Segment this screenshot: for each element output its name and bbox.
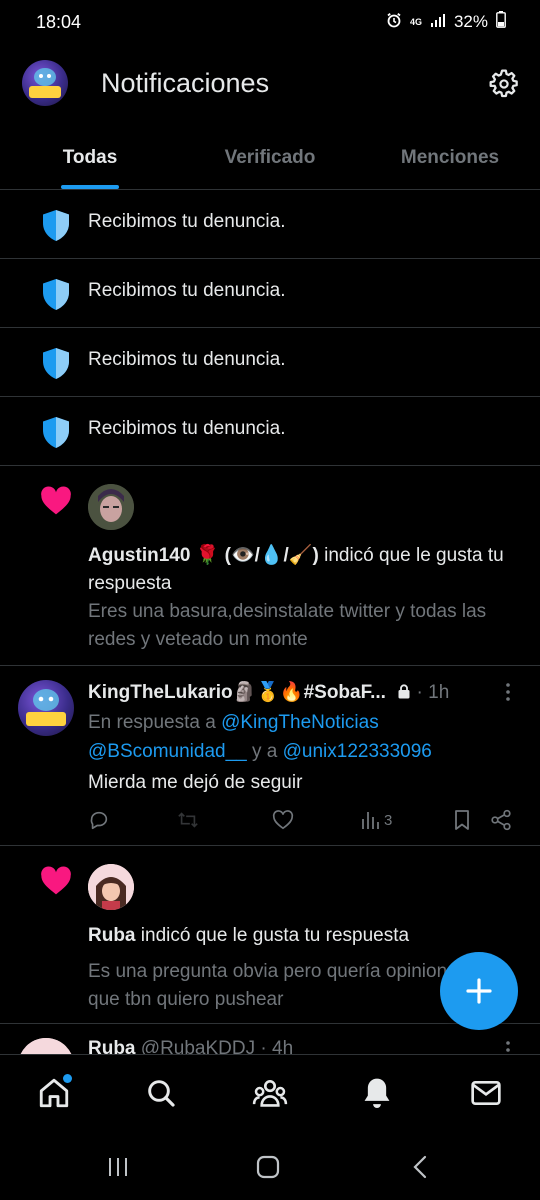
share-button[interactable]: [490, 808, 512, 832]
back-icon: [413, 1155, 427, 1179]
tab-menciones[interactable]: Menciones: [360, 128, 540, 189]
settings-icon[interactable]: [488, 68, 520, 100]
liker-name[interactable]: Agustin140 🌹 (👁️/💧/🧹): [88, 545, 319, 566]
recents-button[interactable]: [100, 1152, 136, 1182]
tweet-header: Ruba @RubaKDDJ · 4h: [88, 1038, 500, 1054]
bookmark-icon: [455, 810, 469, 830]
tweet-author-handle[interactable]: @RubaKDDJ: [141, 1038, 255, 1054]
lock-icon: [391, 682, 411, 703]
mention-link[interactable]: @BScomunidad__: [88, 741, 247, 762]
share-icon: [491, 809, 511, 831]
shield-icon: [43, 279, 69, 310]
profile-avatar[interactable]: [22, 60, 68, 106]
tweet[interactable]: Ruba @RubaKDDJ · 4h: [0, 1024, 540, 1054]
notification-dot: [63, 1074, 72, 1083]
report-notification[interactable]: Recibimos tu denuncia.: [0, 190, 540, 259]
shield-icon: [43, 348, 69, 379]
bottom-navigation: [0, 1054, 540, 1132]
network-label: 4G: [409, 16, 422, 27]
tab-verificado[interactable]: Verificado: [180, 128, 360, 189]
communities-icon: [252, 1080, 288, 1107]
shield-icon: [43, 210, 69, 241]
reply-icon: [90, 811, 108, 830]
heart-icon: [41, 866, 71, 895]
battery-percent: 32%: [453, 12, 488, 31]
alarm-icon: [386, 12, 402, 33]
avatar[interactable]: [88, 484, 134, 530]
search-icon: [148, 1080, 175, 1107]
system-navigation: [0, 1132, 540, 1200]
mention-link[interactable]: @unix122333096: [283, 741, 432, 762]
tweet-author-name[interactable]: Ruba: [88, 1038, 136, 1054]
like-action-text: indicó que le gusta tu respuesta: [135, 925, 410, 946]
signal-icon: [430, 12, 446, 32]
avatar[interactable]: [88, 864, 134, 910]
tweet-time: 4h: [272, 1038, 294, 1054]
retweet-button[interactable]: [176, 808, 200, 832]
more-options-icon[interactable]: [498, 1040, 518, 1054]
plus-icon: [466, 978, 492, 1004]
report-text: Recibimos tu denuncia.: [88, 280, 286, 301]
nav-notifications[interactable]: [357, 1073, 397, 1113]
bell-icon: [364, 1078, 390, 1109]
mention-link[interactable]: @KingTheNoticias: [221, 712, 379, 733]
tweet-time: 1h: [428, 682, 450, 703]
reply-context: En respuesta a @KingTheNoticias @BScomuni…: [88, 708, 516, 766]
tab-bar: Todas Verificado Menciones: [0, 128, 540, 190]
notification-feed[interactable]: Recibimos tu denuncia. Recibimos tu denu…: [0, 190, 540, 1054]
compose-button[interactable]: [440, 952, 518, 1030]
report-text: Recibimos tu denuncia.: [88, 349, 286, 370]
tweet-actions: 3: [88, 808, 518, 832]
heart-outline-icon: [272, 810, 294, 830]
like-button[interactable]: [272, 808, 294, 832]
report-notification[interactable]: Recibimos tu denuncia.: [0, 328, 540, 397]
report-notification[interactable]: Recibimos tu denuncia.: [0, 259, 540, 328]
views-icon: [362, 812, 379, 829]
more-options-icon[interactable]: [498, 682, 518, 702]
tweet[interactable]: KingTheLukario🗿🥇🔥#SobaF... · 1h En respu…: [0, 666, 540, 846]
battery-icon: [496, 11, 506, 33]
nav-home[interactable]: [34, 1073, 74, 1113]
home-system-button[interactable]: [250, 1152, 286, 1182]
status-time: 18:04: [36, 11, 82, 32]
tweet-author-name[interactable]: KingTheLukario🗿🥇🔥#SobaF...: [88, 682, 386, 703]
reply-prefix: En respuesta a: [88, 712, 222, 733]
report-notification[interactable]: Recibimos tu denuncia.: [0, 397, 540, 466]
views-button[interactable]: 3: [360, 808, 392, 832]
mail-icon: [471, 1081, 501, 1105]
back-button[interactable]: [402, 1152, 438, 1182]
nav-communities[interactable]: [250, 1073, 290, 1113]
nav-messages[interactable]: [466, 1073, 506, 1113]
retweet-icon: [178, 812, 198, 828]
reply-join: y a: [246, 741, 283, 762]
like-description: Ruba indicó que le gusta tu respuesta: [88, 922, 510, 950]
report-text: Recibimos tu denuncia.: [88, 418, 286, 439]
reply-button[interactable]: [88, 808, 110, 832]
active-tab-indicator: [61, 185, 119, 189]
recents-icon: [109, 1158, 127, 1176]
tweet-text: Mierda me dejó de seguir: [88, 772, 303, 793]
tab-label: Verificado: [224, 147, 316, 168]
bookmark-button[interactable]: [452, 808, 472, 832]
nav-search[interactable]: [141, 1073, 181, 1113]
tab-label: Menciones: [400, 147, 500, 168]
status-bar: 18:04 4G 32%: [0, 0, 540, 44]
tab-label: Todas: [62, 147, 118, 168]
home-circle-icon: [256, 1155, 280, 1179]
like-description: Agustin140 🌹 (👁️/💧/🧹) indicó que le gust…: [88, 542, 510, 598]
header: Notificaciones: [0, 56, 540, 116]
liker-name[interactable]: Ruba: [88, 925, 136, 946]
avatar[interactable]: [18, 1038, 74, 1054]
tweet-header: KingTheLukario🗿🥇🔥#SobaF... · 1h: [88, 682, 450, 703]
like-notification[interactable]: Agustin140 🌹 (👁️/💧/🧹) indicó que le gust…: [0, 466, 540, 666]
avatar[interactable]: [18, 680, 74, 736]
heart-icon: [41, 486, 71, 515]
views-count: 3: [384, 811, 393, 829]
shield-icon: [43, 417, 69, 448]
page-title: Notificaciones: [101, 68, 270, 98]
liked-post-text: Eres una basura,desinstalate twitter y t…: [88, 601, 487, 650]
report-text: Recibimos tu denuncia.: [88, 211, 286, 232]
tab-todas[interactable]: Todas: [0, 128, 180, 189]
status-icons: 4G 32%: [386, 11, 506, 33]
